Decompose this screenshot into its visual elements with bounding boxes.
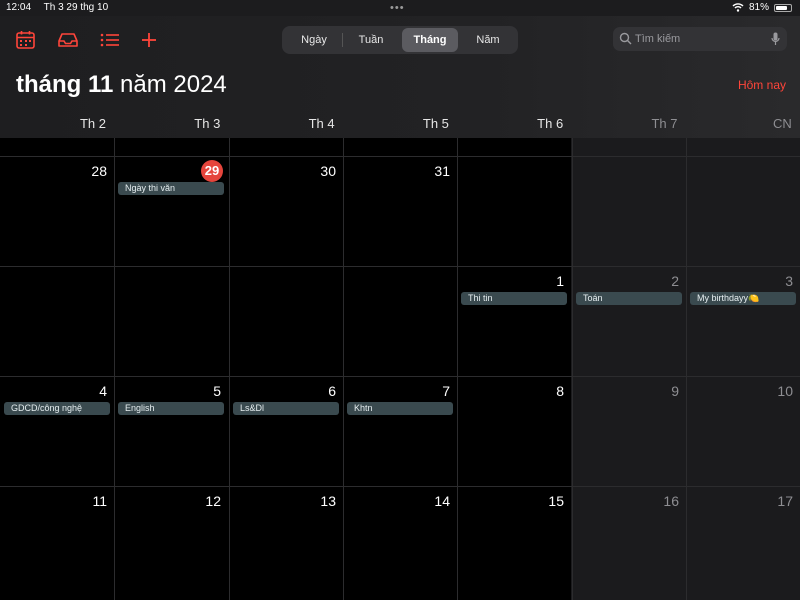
view-day-tab[interactable]: Ngày xyxy=(286,28,342,52)
day-cell[interactable]: 3 My birthdayy🍋 xyxy=(686,266,800,376)
view-month-tab[interactable]: Tháng xyxy=(402,28,458,52)
search-icon xyxy=(619,32,632,45)
day-cell[interactable]: 4 GDCD/công nghệ xyxy=(0,376,114,486)
day-number: 6 xyxy=(328,383,336,399)
day-cell[interactable] xyxy=(686,156,800,266)
day-number: 9 xyxy=(671,383,679,399)
day-cell[interactable]: 31 xyxy=(343,156,457,266)
calendar-icon[interactable] xyxy=(15,30,37,50)
calendar-event[interactable]: English xyxy=(118,402,224,415)
calendar-event[interactable]: Khtn xyxy=(347,402,453,415)
status-right: 81% xyxy=(732,2,792,13)
day-cell[interactable]: 14 xyxy=(343,486,457,596)
day-number: 2 xyxy=(671,273,679,289)
weekday-header: Th 2 Th 3 Th 4 Th 5 Th 6 Th 7 CN xyxy=(0,116,800,136)
battery-percent: 81% xyxy=(748,2,769,13)
search-input[interactable] xyxy=(635,30,765,48)
day-cell[interactable]: 6 Ls&Dl xyxy=(229,376,343,486)
weekday-label: Th 7 xyxy=(651,116,678,131)
multitasking-dots-icon[interactable]: ••• xyxy=(390,2,405,14)
status-bar: 12:04 Th 3 29 thg 10 ••• 81% xyxy=(0,0,800,16)
calendar-event[interactable]: Ngày thi văn xyxy=(118,182,224,195)
day-number: 31 xyxy=(434,163,450,179)
day-number: 30 xyxy=(320,163,336,179)
weekday-label: Th 5 xyxy=(422,116,449,131)
weekday-label: CN xyxy=(773,116,792,131)
day-cell[interactable] xyxy=(572,156,686,266)
day-cell[interactable]: 11 xyxy=(0,486,114,596)
day-number: 1 xyxy=(556,273,564,289)
day-cell[interactable]: 13 xyxy=(229,486,343,596)
calendar-event[interactable]: Thi tin xyxy=(461,292,567,305)
day-number: 10 xyxy=(777,383,793,399)
weekday-label: Th 2 xyxy=(79,116,106,131)
add-icon[interactable] xyxy=(138,30,160,50)
weekday-label: Th 6 xyxy=(537,116,564,131)
calendar-event[interactable]: My birthdayy🍋 xyxy=(690,292,796,305)
day-cell[interactable]: 5 English xyxy=(114,376,228,486)
inbox-icon[interactable] xyxy=(57,30,79,50)
day-cell[interactable]: 8 xyxy=(457,376,571,486)
day-number: 28 xyxy=(91,163,107,179)
day-number: 11 xyxy=(92,493,107,509)
weekday-label: Th 4 xyxy=(308,116,335,131)
day-number: 16 xyxy=(663,493,679,509)
day-number: 8 xyxy=(556,383,564,399)
day-cell[interactable] xyxy=(343,266,457,376)
day-cell[interactable]: 10 xyxy=(686,376,800,486)
day-cell[interactable] xyxy=(0,266,114,376)
day-cell[interactable]: 7 Khtn xyxy=(343,376,457,486)
list-icon[interactable] xyxy=(99,30,121,50)
day-number: 4 xyxy=(99,383,107,399)
battery-icon xyxy=(774,3,792,12)
day-number: 3 xyxy=(785,273,793,289)
calendar-event[interactable]: Toán xyxy=(576,292,682,305)
calendar-event[interactable]: GDCD/công nghệ xyxy=(4,402,110,415)
view-year-tab[interactable]: Năm xyxy=(460,28,516,52)
title-month: tháng 11 xyxy=(16,71,114,98)
day-number: 15 xyxy=(548,493,564,509)
view-week-tab[interactable]: Tuần xyxy=(342,28,400,52)
day-cell[interactable]: 30 xyxy=(229,156,343,266)
day-cell[interactable] xyxy=(457,156,571,266)
day-cell[interactable]: 15 xyxy=(457,486,571,596)
day-cell[interactable]: 29 Ngày thi văn xyxy=(114,156,228,266)
header: Ngày Tuần Tháng Năm tháng 11 năm 2024 Hô… xyxy=(0,16,800,138)
wifi-icon xyxy=(732,3,744,12)
day-number: 14 xyxy=(434,493,450,509)
status-time: 12:04 xyxy=(6,2,32,13)
day-cell[interactable]: 17 xyxy=(686,486,800,596)
battery-level xyxy=(776,5,788,10)
day-number: 13 xyxy=(320,493,336,509)
day-cell[interactable]: 28 xyxy=(0,156,114,266)
day-cell[interactable]: 12 xyxy=(114,486,228,596)
weekday-label: Th 3 xyxy=(194,116,221,131)
status-date: Th 3 29 thg 10 xyxy=(43,2,109,13)
month-grid: 28 29 Ngày thi văn 30 31 1 Thi tin 2 Toán 3 My bir… xyxy=(0,138,800,600)
microphone-icon[interactable] xyxy=(771,32,780,46)
day-cell[interactable]: 16 xyxy=(572,486,686,596)
day-cell[interactable] xyxy=(229,266,343,376)
status-left: 12:04 Th 3 29 thg 10 xyxy=(6,2,118,13)
search-bar[interactable] xyxy=(613,27,787,51)
day-number: 5 xyxy=(213,383,221,399)
day-cell[interactable]: 1 Thi tin xyxy=(457,266,571,376)
day-cell[interactable] xyxy=(114,266,228,376)
page-title: tháng 11 năm 2024 xyxy=(16,71,227,99)
day-cell[interactable]: 2 Toán xyxy=(572,266,686,376)
day-number: 7 xyxy=(442,383,450,399)
day-number: 17 xyxy=(777,493,793,509)
calendar-event[interactable]: Ls&Dl xyxy=(233,402,339,415)
view-switcher: Ngày Tuần Tháng Năm xyxy=(282,26,518,54)
title-year: năm 2024 xyxy=(120,71,227,98)
day-cell[interactable]: 9 xyxy=(572,376,686,486)
day-number: 12 xyxy=(205,493,221,509)
today-button[interactable]: Hôm nay xyxy=(738,78,786,92)
today-date-badge: 29 xyxy=(201,160,223,182)
